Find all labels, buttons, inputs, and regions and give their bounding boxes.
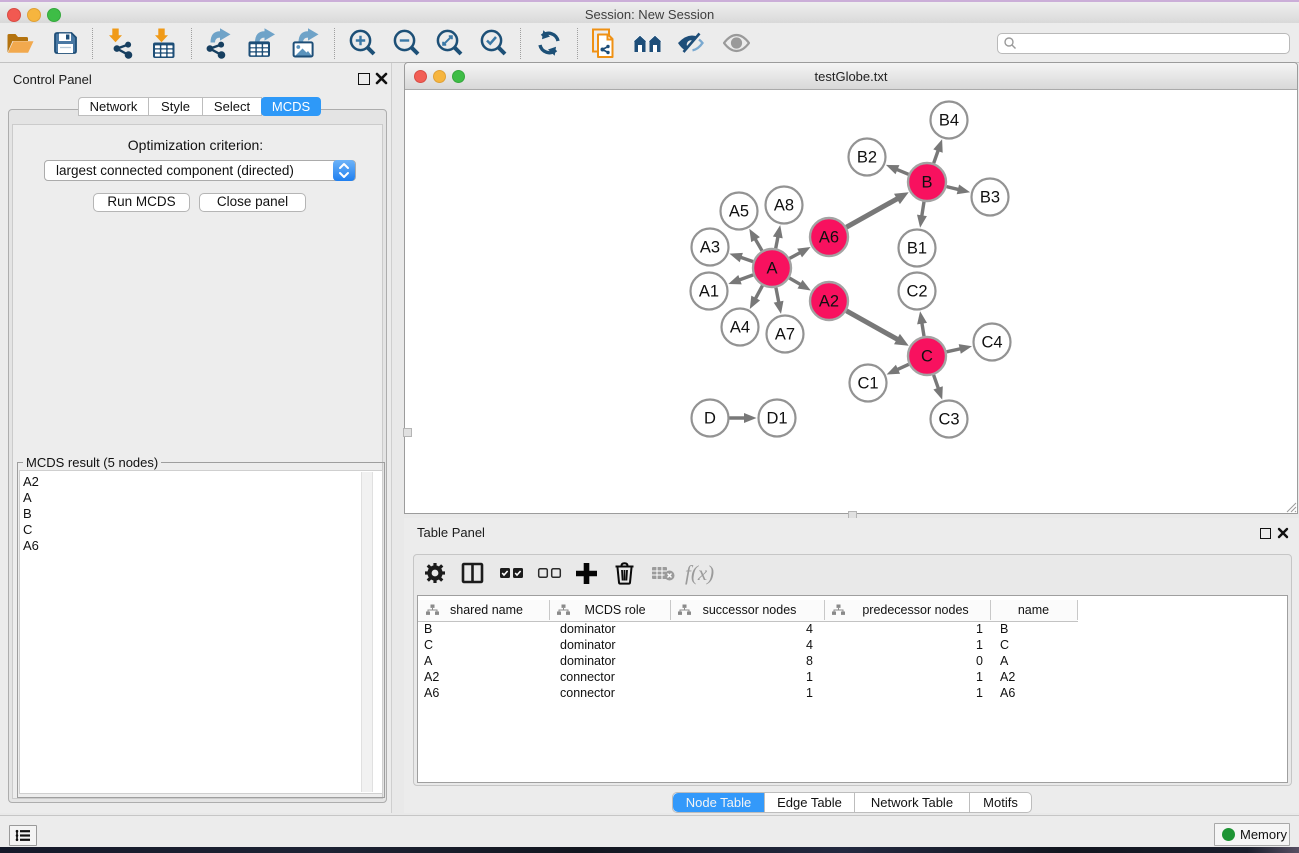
svg-text:A6: A6 [819, 229, 839, 247]
svg-text:C: C [921, 348, 933, 366]
svg-text:C3: C3 [938, 411, 959, 429]
svg-text:A8: A8 [774, 197, 794, 215]
svg-text:D: D [704, 410, 716, 428]
svg-text:D1: D1 [766, 410, 787, 428]
svg-text:A3: A3 [700, 239, 720, 257]
svg-text:A5: A5 [729, 203, 749, 221]
svg-text:A7: A7 [775, 326, 795, 344]
svg-text:C4: C4 [981, 334, 1002, 352]
svg-text:A4: A4 [730, 319, 750, 337]
svg-text:B: B [921, 174, 932, 192]
svg-text:C2: C2 [906, 283, 927, 301]
svg-text:B4: B4 [939, 112, 959, 130]
svg-text:A: A [766, 260, 777, 278]
svg-text:B1: B1 [907, 240, 927, 258]
svg-text:A1: A1 [699, 283, 719, 301]
svg-text:B3: B3 [980, 189, 1000, 207]
svg-text:A2: A2 [819, 293, 839, 311]
svg-text:B2: B2 [857, 149, 877, 167]
svg-text:C1: C1 [857, 375, 878, 393]
